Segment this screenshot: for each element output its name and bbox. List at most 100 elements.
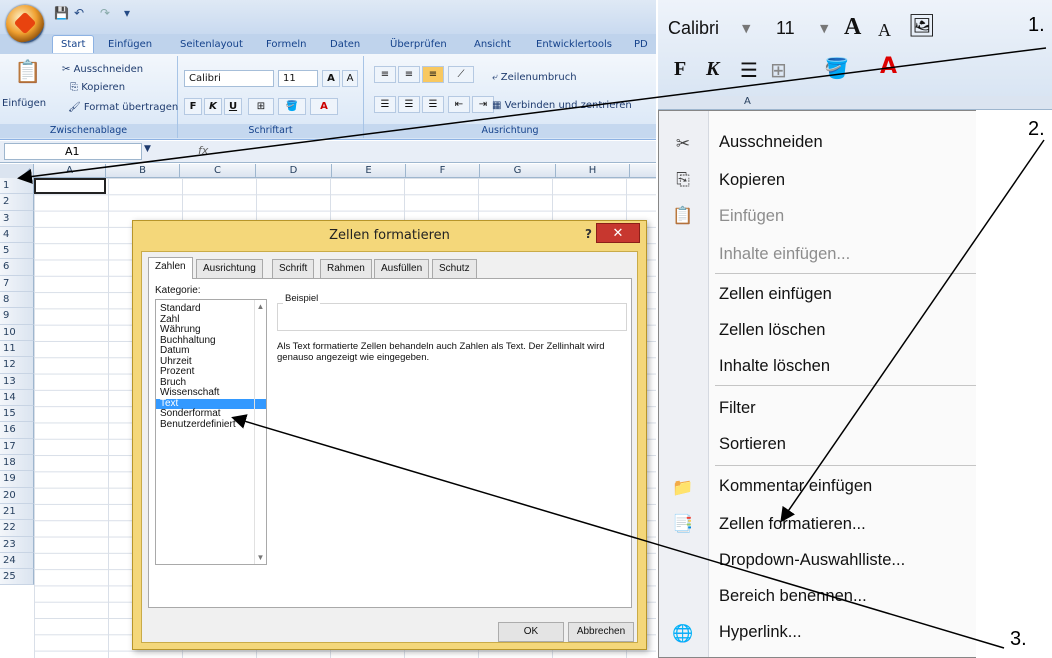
category-item[interactable]: Prozent bbox=[156, 366, 266, 378]
bold-button[interactable]: F bbox=[184, 98, 202, 115]
tab-entwicklertools[interactable]: Entwicklertools bbox=[528, 36, 620, 54]
name-box-dropdown-icon[interactable]: ▼ bbox=[144, 144, 151, 154]
menu-item-clear-contents[interactable]: Inhalte löschen bbox=[719, 357, 830, 376]
mini-font-name[interactable]: Calibri bbox=[668, 18, 719, 39]
tab-ausfuellen[interactable]: Ausfüllen bbox=[374, 259, 430, 278]
mini-font-size[interactable]: 11 bbox=[776, 18, 795, 39]
menu-item-dropdown-list[interactable]: Dropdown-Auswahlliste... bbox=[719, 551, 905, 570]
column-header[interactable]: H bbox=[556, 164, 630, 178]
category-scrollbar[interactable]: ▲ ▼ bbox=[254, 300, 266, 564]
scroll-up-icon[interactable]: ▲ bbox=[255, 302, 266, 311]
row-header[interactable]: 4 bbox=[0, 226, 34, 244]
save-icon[interactable]: 💾 bbox=[54, 6, 69, 20]
tab-ueberpruefen[interactable]: Überprüfen bbox=[382, 36, 455, 54]
align-center-button[interactable]: ☰ bbox=[398, 96, 420, 113]
border-button[interactable]: ⊞ bbox=[248, 98, 274, 115]
fx-icon[interactable]: fx bbox=[198, 144, 208, 157]
font-name-dropdown[interactable]: Calibri bbox=[184, 70, 274, 87]
menu-item-hyperlink[interactable]: Hyperlink... bbox=[719, 623, 802, 642]
menu-item-format-cells[interactable]: Zellen formatieren... bbox=[719, 515, 866, 534]
row-header[interactable]: 24 bbox=[0, 552, 34, 570]
align-top-button[interactable]: ≡ bbox=[374, 66, 396, 83]
undo-icon[interactable]: ↶ bbox=[74, 6, 84, 20]
tab-rahmen[interactable]: Rahmen bbox=[320, 259, 372, 278]
column-header[interactable]: F bbox=[406, 164, 480, 178]
column-header[interactable]: D bbox=[256, 164, 332, 178]
tab-ausrichtung[interactable]: Ausrichtung bbox=[196, 259, 263, 278]
category-item[interactable]: Standard bbox=[156, 303, 266, 315]
row-header[interactable]: 22 bbox=[0, 520, 34, 537]
mini-bold-button[interactable]: F bbox=[674, 58, 686, 81]
category-item[interactable]: Wissenschaft bbox=[156, 387, 266, 399]
grow-font-button[interactable]: A bbox=[322, 70, 340, 87]
row-header[interactable]: 16 bbox=[0, 422, 34, 439]
row-header[interactable]: 11 bbox=[0, 340, 34, 358]
help-button[interactable]: ? bbox=[585, 227, 592, 241]
menu-item-paste[interactable]: Einfügen bbox=[719, 207, 784, 226]
mini-italic-button[interactable]: K bbox=[706, 58, 719, 81]
decrease-indent-button[interactable]: ⇤ bbox=[448, 96, 470, 113]
tab-start[interactable]: Start bbox=[52, 35, 95, 53]
tab-zahlen[interactable]: Zahlen bbox=[148, 257, 193, 279]
row-header[interactable]: 12 bbox=[0, 357, 34, 374]
cancel-button[interactable]: Abbrechen bbox=[568, 622, 634, 642]
orientation-button[interactable]: ⟋ bbox=[448, 66, 474, 83]
font-color-button[interactable]: A bbox=[310, 98, 338, 115]
align-bottom-button[interactable]: ≡ bbox=[422, 66, 444, 83]
close-button[interactable]: ✕ bbox=[596, 223, 640, 243]
active-cell-a1[interactable] bbox=[34, 178, 106, 194]
column-header[interactable]: C bbox=[180, 164, 256, 178]
column-header[interactable]: G bbox=[480, 164, 556, 178]
copy-button[interactable]: ⎘ Kopieren bbox=[70, 82, 125, 93]
menu-item-sort[interactable]: Sortieren bbox=[719, 435, 786, 454]
tab-einfuegen[interactable]: Einfügen bbox=[100, 36, 160, 54]
menu-item-delete-cells[interactable]: Zellen löschen bbox=[719, 321, 825, 340]
category-item[interactable]: Benutzerdefiniert bbox=[156, 419, 266, 431]
customize-qat-icon[interactable]: ▾ bbox=[124, 6, 130, 20]
tab-ansicht[interactable]: Ansicht bbox=[466, 36, 519, 54]
name-box[interactable]: A1 bbox=[4, 143, 142, 160]
wrap-text-button[interactable]: ⤶ Zeilenumbruch bbox=[492, 72, 577, 83]
row-header[interactable]: 7 bbox=[0, 275, 34, 293]
row-header[interactable]: 9 bbox=[0, 308, 34, 325]
tab-seitenlayout[interactable]: Seitenlayout bbox=[172, 36, 251, 54]
ok-button[interactable]: OK bbox=[498, 622, 564, 642]
mini-border-icon[interactable]: ⊞ bbox=[770, 58, 787, 82]
font-size-dropdown[interactable]: 11 bbox=[278, 70, 318, 87]
tab-schutz[interactable]: Schutz bbox=[432, 259, 477, 278]
redo-icon[interactable]: ↷ bbox=[100, 6, 110, 20]
mini-align-center-icon[interactable]: ☰ bbox=[740, 58, 758, 82]
mini-font-color-icon[interactable]: A bbox=[880, 54, 897, 79]
row-header[interactable]: 6 bbox=[0, 259, 34, 276]
tab-formeln[interactable]: Formeln bbox=[258, 36, 314, 54]
fill-color-button[interactable]: 🪣 bbox=[278, 98, 306, 115]
column-header[interactable]: A bbox=[34, 164, 106, 178]
select-all-button[interactable] bbox=[0, 164, 34, 178]
row-header[interactable]: 1 bbox=[0, 178, 34, 195]
italic-button[interactable]: K bbox=[204, 98, 222, 115]
format-painter-button[interactable]: 🖌 Format übertragen bbox=[68, 102, 178, 113]
scroll-down-icon[interactable]: ▼ bbox=[255, 553, 266, 562]
row-header[interactable]: 23 bbox=[0, 536, 34, 553]
mini-shrink-font-button[interactable]: A bbox=[878, 20, 891, 41]
row-header[interactable]: 19 bbox=[0, 471, 34, 488]
cut-button[interactable]: ✂ Ausschneiden bbox=[62, 64, 143, 75]
row-header[interactable]: 5 bbox=[0, 243, 34, 260]
row-header[interactable]: 25 bbox=[0, 569, 34, 586]
category-list[interactable]: Standard Zahl Währung Buchhaltung Datum Uhrze… bbox=[155, 299, 267, 565]
tab-schrift[interactable]: Schrift bbox=[272, 259, 315, 278]
column-header[interactable]: B bbox=[106, 164, 180, 178]
row-header[interactable]: 2 bbox=[0, 194, 34, 211]
row-header[interactable]: 20 bbox=[0, 487, 34, 504]
category-item[interactable]: Datum bbox=[156, 345, 266, 357]
menu-item-paste-special[interactable]: Inhalte einfügen... bbox=[719, 245, 850, 264]
align-middle-button[interactable]: ≡ bbox=[398, 66, 420, 83]
row-header[interactable]: 3 bbox=[0, 210, 34, 227]
row-header[interactable]: 10 bbox=[0, 324, 34, 341]
category-item[interactable]: Währung bbox=[156, 324, 266, 336]
mini-grow-font-button[interactable]: A bbox=[844, 14, 861, 41]
menu-item-copy[interactable]: Kopieren bbox=[719, 171, 785, 190]
row-header[interactable]: 8 bbox=[0, 292, 34, 309]
paste-button[interactable]: Einfügen bbox=[2, 98, 46, 109]
row-header[interactable]: 13 bbox=[0, 373, 34, 390]
